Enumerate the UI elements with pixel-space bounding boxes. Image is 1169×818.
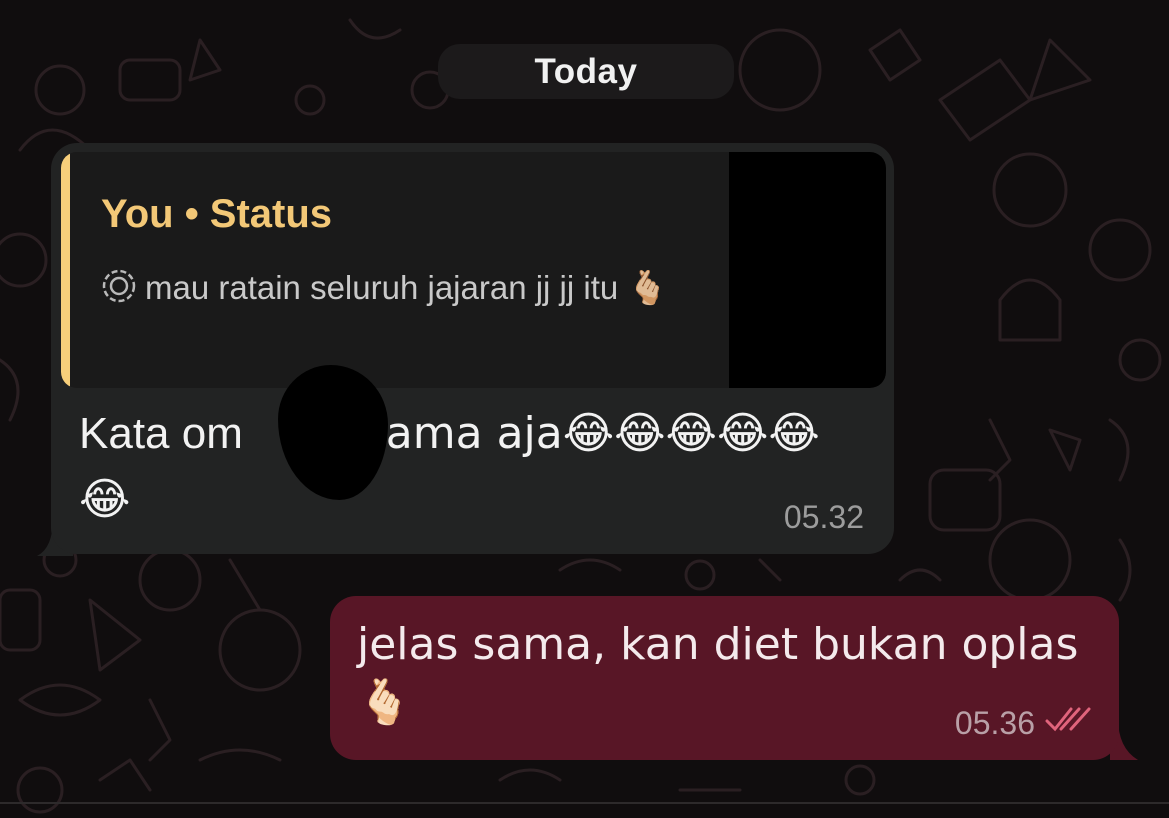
date-separator: Today (438, 44, 734, 99)
quote-body: mau ratain seluruh jajaran jj jj itu 🫰🏼 (101, 260, 701, 321)
incoming-message-bubble[interactable]: You • Status mau ratain seluruh jajaran … (51, 143, 894, 554)
chat-window: Today You • Status mau ratain seluruh ja… (0, 0, 1169, 818)
double-check-icon (1045, 704, 1093, 742)
outgoing-message-bubble[interactable]: jelas sama, kan diet bukan oplas 🫰🏻 05.3… (330, 596, 1119, 760)
message-time: 05.32 (783, 499, 864, 535)
status-thumbnail[interactable] (729, 152, 886, 388)
quote-accent-bar (61, 152, 70, 388)
message-time: 05.36 (954, 704, 1035, 741)
quote-title: You • Status (101, 192, 333, 236)
quote-text: mau ratain seluruh jajaran jj jj itu 🫰🏼 (145, 269, 669, 306)
divider (0, 802, 1169, 804)
quoted-status-reply[interactable]: You • Status mau ratain seluruh jajaran … (61, 152, 886, 388)
status-ring-icon (101, 265, 137, 321)
incoming-message-text: Kata om sama aja😂😂😂😂😂😂 (79, 401, 869, 533)
message-meta: 05.36 (955, 704, 1093, 742)
message-text-part: Kata om (79, 409, 243, 458)
